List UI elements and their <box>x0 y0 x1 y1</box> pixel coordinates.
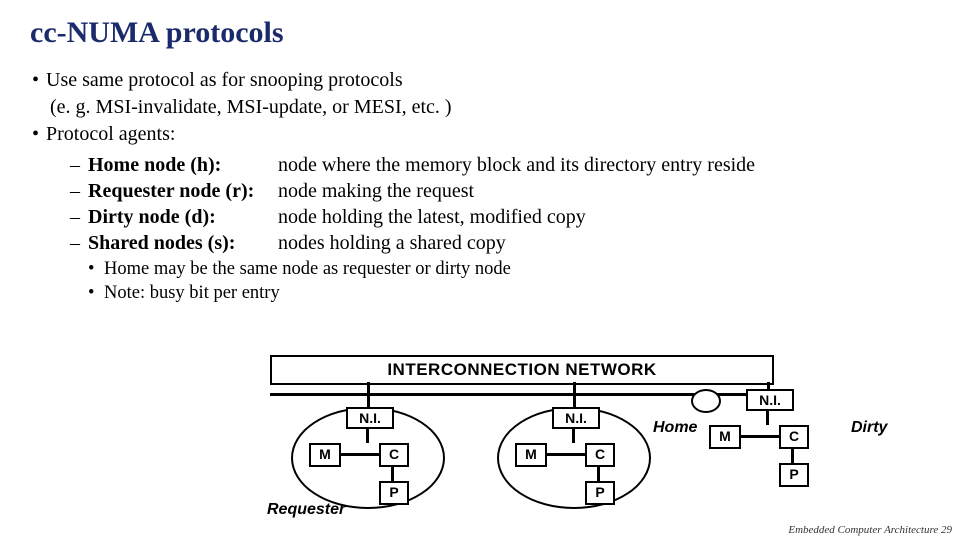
label-requester: Requester <box>267 501 345 519</box>
ni-box: N.I. <box>552 407 600 429</box>
slide: cc-NUMA protocols •Use same protocol as … <box>0 0 960 540</box>
wire <box>573 394 576 408</box>
agents-list: – Home node (h): node where the memory b… <box>70 153 932 256</box>
agent-term: Dirty node (d): <box>88 205 278 230</box>
ni-box: N.I. <box>346 407 394 429</box>
m-box: M <box>309 443 341 467</box>
p-box: P <box>585 481 615 505</box>
p-box: P <box>379 481 409 505</box>
bullet-dot: • <box>88 282 104 305</box>
bullet-1-text: Use same protocol as for snooping protoc… <box>46 69 403 91</box>
footer-page: 29 <box>941 524 952 536</box>
c-box: C <box>585 443 615 467</box>
bullet-1: •Use same protocol as for snooping proto… <box>32 68 932 93</box>
bullet-1-sub: (e. g. MSI-invalidate, MSI-update, or ME… <box>50 95 932 120</box>
interconnection-network-box: INTERCONNECTION NETWORK <box>270 355 774 385</box>
dash-icon: – <box>70 153 88 178</box>
node-home: N.I. M C P <box>497 407 651 509</box>
notes-list: •Home may be the same node as requester … <box>88 258 932 305</box>
ni-box: N.I. <box>746 389 794 411</box>
dash-icon: – <box>70 205 88 230</box>
label-home: Home <box>653 419 697 437</box>
footer-text: Embedded Computer Architecture <box>788 524 938 536</box>
c-box: C <box>379 443 409 467</box>
wire <box>366 427 369 443</box>
note-1: •Home may be the same node as requester … <box>88 258 932 281</box>
agent-desc: node holding the latest, modified copy <box>278 205 586 230</box>
footer: Embedded Computer Architecture 29 <box>788 524 952 536</box>
bullet-2: •Protocol agents: <box>32 122 932 147</box>
agent-row-home: – Home node (h): node where the memory b… <box>70 153 932 178</box>
wire <box>339 453 381 456</box>
node-dirty: N.I. M C P <box>691 389 721 413</box>
agent-row-requester: – Requester node (r): node making the re… <box>70 179 932 204</box>
wire <box>739 435 781 438</box>
note-2: •Note: busy bit per entry <box>88 282 932 305</box>
bullet-list: •Use same protocol as for snooping proto… <box>32 68 932 305</box>
m-box: M <box>709 425 741 449</box>
c-box: C <box>779 425 809 449</box>
bullet-2-text: Protocol agents: <box>46 123 175 145</box>
agent-desc: nodes holding a shared copy <box>278 231 506 256</box>
wire <box>545 453 587 456</box>
bullet-dot: • <box>32 68 46 93</box>
dash-icon: – <box>70 231 88 256</box>
node-requester: N.I. M C P <box>291 407 445 509</box>
p-box: P <box>779 463 809 487</box>
note-1-text: Home may be the same node as requester o… <box>104 259 511 279</box>
agent-term: Home node (h): <box>88 153 278 178</box>
agent-row-dirty: – Dirty node (d): node holding the lates… <box>70 205 932 230</box>
wire <box>367 394 370 408</box>
label-dirty: Dirty <box>851 419 887 437</box>
dash-icon: – <box>70 179 88 204</box>
slide-title: cc-NUMA protocols <box>30 16 932 50</box>
agent-row-shared: – Shared nodes (s): nodes holding a shar… <box>70 231 932 256</box>
agent-desc: node making the request <box>278 179 474 204</box>
m-box: M <box>515 443 547 467</box>
agent-term: Shared nodes (s): <box>88 231 278 256</box>
wire <box>572 427 575 443</box>
wire <box>597 465 600 481</box>
wire <box>791 447 794 463</box>
bullet-dot: • <box>88 258 104 281</box>
agent-desc: node where the memory block and its dire… <box>278 153 755 178</box>
bullet-dot: • <box>32 122 46 147</box>
agent-term: Requester node (r): <box>88 179 278 204</box>
wire <box>766 409 769 425</box>
wire <box>391 465 394 481</box>
note-2-text: Note: busy bit per entry <box>104 283 280 303</box>
